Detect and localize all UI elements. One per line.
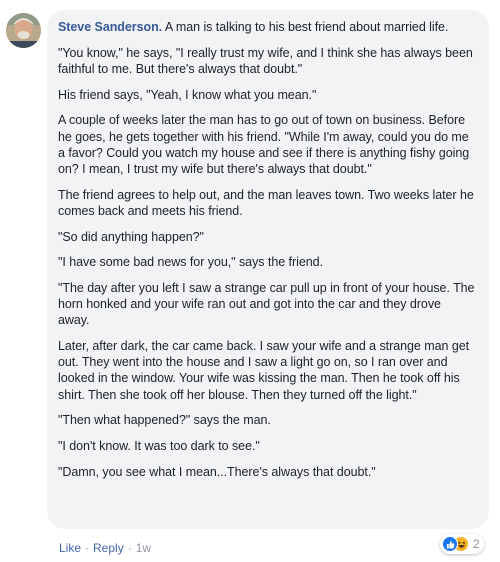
like-icon <box>442 536 458 552</box>
reaction-count: 2 <box>473 537 480 551</box>
author-avatar[interactable] <box>6 13 41 48</box>
comment-paragraph: "I don't know. It was too dark to see." <box>58 439 260 454</box>
like-link[interactable]: Like <box>59 541 81 555</box>
comment-timestamp[interactable]: 1w <box>136 541 151 555</box>
comment-paragraph: "Damn, you see what I mean...There's alw… <box>58 464 376 479</box>
comment-paragraph: A couple of weeks later the man has to g… <box>58 113 470 176</box>
comment-paragraph: "I have some bad news for you," says the… <box>58 255 323 270</box>
reaction-summary[interactable]: 2 <box>440 534 484 554</box>
comment-text-intro: A man is talking to his best friend abou… <box>162 20 449 34</box>
comment-bubble: Steve Sanderson. A man is talking to his… <box>47 10 489 529</box>
reply-link[interactable]: Reply <box>93 541 124 555</box>
separator-dot: · <box>127 541 132 555</box>
comment-actions: Like · Reply · 1w <box>59 541 151 555</box>
comment-paragraph: Later, after dark, the car came back. I … <box>58 339 470 402</box>
comment-paragraph: "Then what happened?" says the man. <box>58 413 271 428</box>
separator-dot: · <box>85 541 90 555</box>
comment-first-paragraph: Steve Sanderson. A man is talking to his… <box>58 19 475 35</box>
comment-paragraph: "You know," he says, "I really trust my … <box>58 45 473 76</box>
comment-paragraph: "So did anything happen?" <box>58 229 204 244</box>
comment-paragraph: His friend says, "Yeah, I know what you … <box>58 87 317 102</box>
comment-author-name[interactable]: Steve Sanderson. <box>58 20 162 34</box>
comment-paragraph: The friend agrees to help out, and the m… <box>58 187 474 218</box>
comment-paragraph: "The day after you left I saw a strange … <box>58 280 475 328</box>
